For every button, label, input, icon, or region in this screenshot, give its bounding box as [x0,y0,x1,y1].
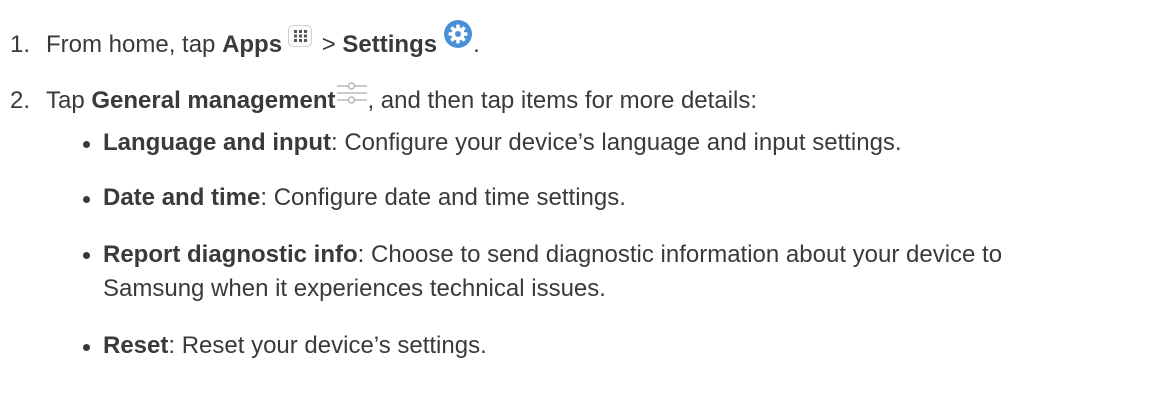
bullet-icon [83,141,90,148]
item-title: Reset [103,332,169,359]
bullet-icon [83,344,90,351]
step-2-prefix: Tap [46,87,92,114]
step-2: 2. Tap General management , and then tap … [10,82,757,117]
list-item: Report diagnostic info: Choose to send d… [83,238,1003,306]
item-title: Report diagnostic info [103,241,358,268]
item-text: : Reset your device’s settings. [168,332,487,359]
list-item: Date and time: Configure date and time s… [83,182,1002,214]
step-1: 1. From home, tap Apps > Settings . [10,20,480,61]
item-text-continued: Samsung when it experiences technical is… [103,275,606,302]
details-list: Language and input: Configure your devic… [83,127,1003,362]
general-management-label: General management [91,87,336,114]
step-1-suffix: . [473,31,480,58]
bullet-icon [83,252,90,259]
item-title: Language and input [103,129,331,156]
step-2-number: 2. [10,87,31,114]
settings-gear-icon [443,19,473,56]
step-2-suffix: , and then tap items for more details: [367,87,757,114]
apps-grid-icon [288,25,313,47]
item-text: : Configure date and time settings. [260,184,626,211]
list-item: Language and input: Configure your devic… [83,127,1002,159]
item-title: Date and time [103,184,261,211]
step-1-number: 1. [10,31,31,58]
sliders-icon [337,82,368,111]
settings-label: Settings [342,31,438,58]
bullet-icon [83,196,90,203]
item-text: : Configure your device’s language and i… [331,129,902,156]
step-1-separator: > [315,31,343,58]
list-item: Reset: Reset your device’s settings. [83,330,1002,362]
step-1-prefix: From home, tap [46,31,223,58]
apps-label: Apps [222,31,283,58]
item-text: : Choose to send diagnostic information … [357,241,1003,268]
